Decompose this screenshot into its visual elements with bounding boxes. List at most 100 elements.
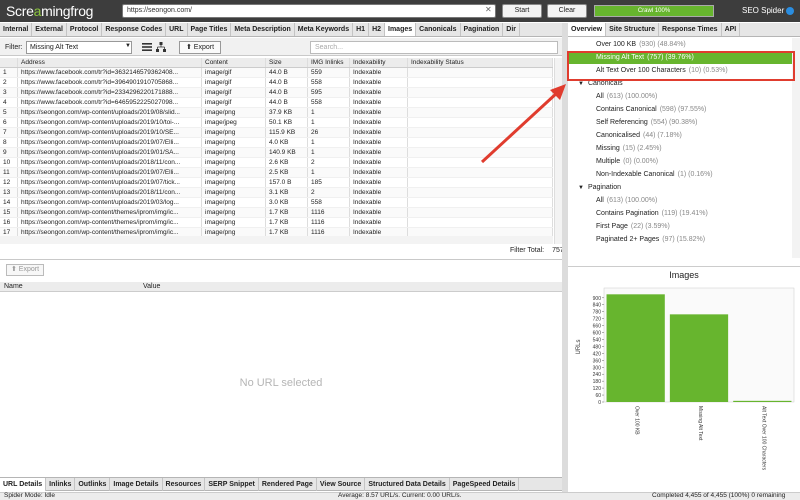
column-header[interactable]: Size (266, 58, 308, 67)
tab-resources[interactable]: Resources (163, 478, 206, 491)
overview-item[interactable]: Multiple (0) (0.00%) (568, 155, 792, 168)
y-tick-label: 720 (593, 317, 602, 323)
overview-item[interactable]: Over 100 KB (930) (48.84%) (568, 38, 792, 51)
table-cell: image/gif (202, 98, 266, 107)
tab-pagespeed-details[interactable]: PageSpeed Details (450, 478, 520, 491)
overview-item[interactable]: First Page (22) (3.59%) (568, 220, 792, 233)
column-header[interactable]: Address (18, 58, 202, 67)
overview-item[interactable]: Contains Pagination (119) (19.41%) (568, 207, 792, 220)
overview-item-count: (119) (19.41%) (661, 210, 708, 217)
url-input[interactable]: https://seongon.com/ (122, 4, 496, 18)
overview-item-label: Canonicalised (596, 132, 640, 139)
bar-over-100-kb (606, 294, 665, 402)
bar-alt-text-over-100-characters (733, 400, 792, 402)
table-cell: 16 (0, 218, 18, 227)
table-cell: https://seongon.com/wp-content/themes/ip… (18, 218, 202, 227)
table-cell: https://seongon.com/wp-content/uploads/2… (18, 148, 202, 157)
table-row[interactable]: 16 https://seongon.com/wp-content/themes/… (0, 218, 553, 228)
overview-item[interactable]: Paginated 2+ Pages (97) (15.82%) (568, 233, 792, 246)
tab-meta-description[interactable]: Meta Description (231, 23, 295, 36)
overview-item[interactable]: All (613) (100.00%) (568, 90, 792, 103)
tab-url-details[interactable]: URL Details (0, 478, 47, 491)
tab-api[interactable]: API (722, 23, 741, 36)
table-cell: 50.1 KB (266, 118, 308, 127)
tab-overview[interactable]: Overview (568, 23, 607, 36)
overview-item-label: Non-Indexable Canonical (596, 171, 675, 178)
filter-total: Filter Total: 757 (510, 247, 564, 254)
tab-response-codes[interactable]: Response Codes (102, 23, 167, 36)
table-cell: https://seongon.com/wp-content/uploads/2… (18, 198, 202, 207)
overview-item[interactable]: ▼ Pagination (568, 181, 792, 194)
tree-view-icon[interactable] (156, 42, 166, 52)
twitter-icon[interactable] (786, 7, 794, 15)
tab-pagination[interactable]: Pagination (461, 23, 504, 36)
table-cell: 558 (308, 98, 350, 107)
overview-item-label: Contains Canonical (596, 106, 657, 113)
table-cell: image/gif (202, 68, 266, 77)
table-row[interactable]: 14 https://seongon.com/wp-content/uploads… (0, 198, 553, 208)
name-column-header[interactable]: Name (4, 283, 23, 290)
tab-internal[interactable]: Internal (0, 23, 33, 36)
table-row[interactable]: 12 https://seongon.com/wp-content/uploads… (0, 178, 553, 188)
column-header[interactable]: Indexability (350, 58, 408, 67)
start-button[interactable]: Start (502, 4, 542, 18)
table-cell: 44.0 B (266, 88, 308, 97)
tab-image-details[interactable]: Image Details (110, 478, 163, 491)
tab-structured-data-details[interactable]: Structured Data Details (365, 478, 450, 491)
bar-missing-alt-text (669, 314, 729, 402)
annotation-arrow (480, 84, 566, 164)
tab-url[interactable]: URL (166, 23, 188, 36)
tab-inlinks[interactable]: Inlinks (46, 478, 76, 491)
column-header[interactable]: IMG Inlinks (308, 58, 350, 67)
tab-response-times[interactable]: Response Times (659, 23, 722, 36)
table-cell: 2.6 KB (266, 158, 308, 167)
value-column-header[interactable]: Value (143, 283, 160, 290)
tab-canonicals[interactable]: Canonicals (416, 23, 461, 36)
tab-h1[interactable]: H1 (353, 23, 370, 36)
table-cell: image/png (202, 178, 266, 187)
overview-item[interactable]: Canonicalised (44) (7.18%) (568, 129, 792, 142)
overview-item[interactable]: Non-Indexable Canonical (1) (0.16%) (568, 168, 792, 181)
tab-outlinks[interactable]: Outlinks (75, 478, 111, 491)
column-header[interactable]: Content (202, 58, 266, 67)
tab-meta-keywords[interactable]: Meta Keywords (295, 23, 354, 36)
overview-item[interactable]: Self Referencing (554) (90.38%) (568, 116, 792, 129)
tab-h2[interactable]: H2 (369, 23, 386, 36)
overview-item[interactable]: Missing (15) (2.45%) (568, 142, 792, 155)
export-details-label: Export (18, 266, 40, 273)
overview-item-label: Missing (596, 145, 620, 152)
table-cell: https://www.facebook.com/tr?id=646595222… (18, 98, 202, 107)
tab-site-structure[interactable]: Site Structure (606, 23, 660, 36)
tab-images[interactable]: Images (385, 23, 417, 36)
list-view-icon[interactable] (142, 42, 152, 52)
table-cell (408, 208, 553, 217)
table-cell: 15 (0, 208, 18, 217)
export-button[interactable]: ⬆ Export (179, 41, 221, 54)
filter-select[interactable]: Missing Alt Text (26, 41, 132, 54)
tab-serp-snippet[interactable]: SERP Snippet (205, 478, 259, 491)
tab-page-titles[interactable]: Page Titles (188, 23, 232, 36)
export-details-button[interactable]: ⬆ Export (6, 264, 44, 276)
tab-view-source[interactable]: View Source (317, 478, 366, 491)
filter-total-label: Filter Total: (510, 247, 545, 254)
overview-item[interactable]: Contains Canonical (598) (97.55%) (568, 103, 792, 116)
tab-dir[interactable]: Dir (503, 23, 521, 36)
clear-url-icon[interactable]: ✕ (485, 5, 492, 14)
table-row[interactable]: 15 https://seongon.com/wp-content/themes/… (0, 208, 553, 218)
table-cell: 14 (0, 198, 18, 207)
tab-external[interactable]: External (32, 23, 67, 36)
clear-button[interactable]: Clear (547, 4, 587, 18)
table-cell: 157.0 B (266, 178, 308, 187)
overview-item[interactable]: All (613) (100.00%) (568, 194, 792, 207)
table-cell: Indexable (350, 68, 408, 77)
tab-rendered-page[interactable]: Rendered Page (259, 478, 317, 491)
column-header[interactable] (0, 58, 18, 67)
overview-item-count: (22) (3.59%) (630, 223, 670, 230)
chevron-down-icon[interactable]: ▼ (578, 185, 584, 191)
table-horizontal-scrollbar[interactable] (0, 236, 553, 244)
tab-protocol[interactable]: Protocol (67, 23, 103, 36)
chevron-down-icon: ▼ (125, 43, 131, 49)
search-input[interactable]: Search... (310, 41, 558, 54)
table-row[interactable]: 13 https://seongon.com/wp-content/uploads… (0, 188, 553, 198)
table-cell: 1116 (308, 218, 350, 227)
